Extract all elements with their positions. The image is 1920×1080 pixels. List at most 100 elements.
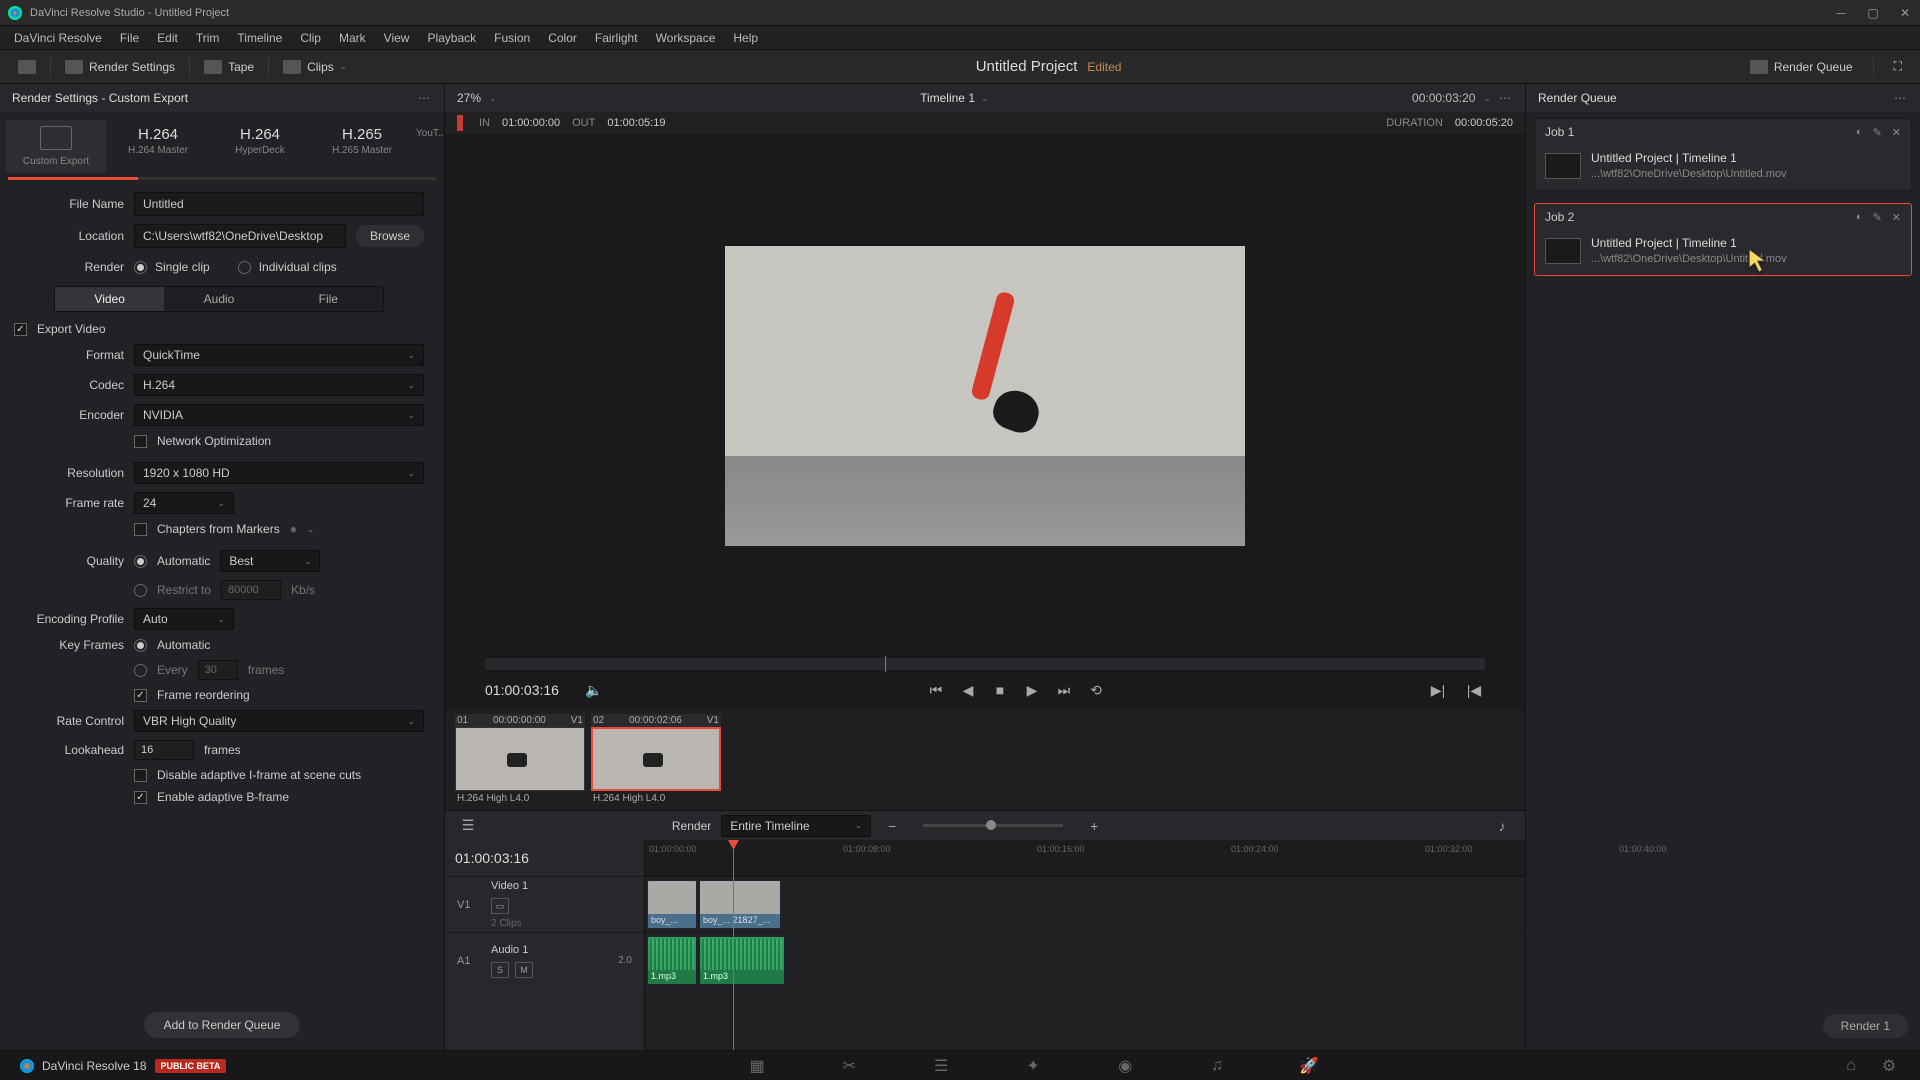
- audio-meter-icon[interactable]: ♪: [1491, 815, 1513, 837]
- menu-workspace[interactable]: Workspace: [648, 28, 724, 48]
- individual-clips-radio[interactable]: [238, 261, 251, 274]
- fusion-page-icon[interactable]: ✦: [1022, 1057, 1044, 1075]
- render-range-select[interactable]: Entire Timeline⌄: [721, 815, 871, 837]
- disable-iframe-checkbox[interactable]: [134, 769, 147, 782]
- quality-select[interactable]: Best⌄: [220, 550, 320, 572]
- zoom-in-button[interactable]: +: [1083, 815, 1105, 837]
- render-button[interactable]: Render 1: [1823, 1014, 1908, 1038]
- window-close[interactable]: ✕: [1898, 6, 1912, 20]
- format-select[interactable]: QuickTime⌄: [134, 344, 424, 366]
- viewer-scrubber[interactable]: [485, 658, 1485, 670]
- timeline-playhead[interactable]: [733, 840, 734, 1050]
- prev-frame-button[interactable]: ◀: [957, 679, 979, 701]
- quick-export-button[interactable]: [10, 56, 44, 78]
- timeline-zoom-slider[interactable]: [923, 824, 1063, 827]
- audio-clip-2[interactable]: 1.mp3: [699, 936, 785, 985]
- first-frame-button[interactable]: ⏮: [925, 679, 947, 701]
- menu-edit[interactable]: Edit: [149, 28, 186, 48]
- tab-audio[interactable]: Audio: [164, 287, 273, 311]
- job-edit-icon[interactable]: ✎: [1873, 126, 1882, 139]
- menu-color[interactable]: Color: [540, 28, 585, 48]
- network-opt-checkbox[interactable]: [134, 435, 147, 448]
- viewer-canvas[interactable]: [445, 134, 1525, 658]
- chapters-checkbox[interactable]: [134, 523, 147, 536]
- clip-thumb-1[interactable]: 0100:00:00:00V1 H.264 High L4.0: [455, 714, 585, 806]
- last-frame-button[interactable]: ⏭: [1053, 679, 1075, 701]
- rate-control-select[interactable]: VBR High Quality⌄: [134, 710, 424, 732]
- codec-select[interactable]: H.264⌄: [134, 374, 424, 396]
- menu-trim[interactable]: Trim: [188, 28, 228, 48]
- resolution-select[interactable]: 1920 x 1080 HD⌄: [134, 462, 424, 484]
- job-close-icon[interactable]: ✕: [1892, 211, 1901, 224]
- audio-track[interactable]: 1.mp3 1.mp3: [645, 932, 1525, 988]
- window-minimize[interactable]: ─: [1834, 6, 1848, 20]
- render-queue-toggle[interactable]: Render Queue: [1742, 56, 1861, 78]
- tab-file[interactable]: File: [274, 287, 383, 311]
- preset-youtube[interactable]: YouT...: [414, 120, 444, 173]
- keyframes-auto-radio[interactable]: [134, 639, 147, 652]
- speaker-icon[interactable]: 🔈: [583, 679, 605, 701]
- job-edit-icon[interactable]: ✎: [1873, 211, 1882, 224]
- job-show-icon[interactable]: ◐: [1856, 211, 1863, 224]
- play-button[interactable]: ▶: [1021, 679, 1043, 701]
- deliver-page-icon[interactable]: 🚀: [1298, 1057, 1320, 1075]
- edit-page-icon[interactable]: ☰: [930, 1057, 952, 1075]
- home-icon[interactable]: ⌂: [1840, 1057, 1862, 1075]
- clips-button[interactable]: Clips⌄: [275, 56, 355, 78]
- queue-options-icon[interactable]: ⋯: [1894, 91, 1908, 105]
- video-track[interactable]: boy_... boy_... 21827_...: [645, 876, 1525, 932]
- fairlight-page-icon[interactable]: ♫: [1206, 1057, 1228, 1075]
- restrict-radio[interactable]: [134, 584, 147, 597]
- menu-fusion[interactable]: Fusion: [486, 28, 538, 48]
- add-to-render-queue-button[interactable]: Add to Render Queue: [144, 1012, 301, 1038]
- media-page-icon[interactable]: ▦: [746, 1057, 768, 1075]
- location-input[interactable]: [134, 224, 346, 248]
- audio-track-header[interactable]: A1 Audio 1 S M 2.0: [445, 932, 644, 988]
- video-clip-2[interactable]: boy_... 21827_...: [699, 880, 781, 929]
- video-clip-1[interactable]: boy_...: [647, 880, 697, 929]
- preset-h265-master[interactable]: H.265 H.265 Master: [312, 120, 412, 173]
- solo-button[interactable]: S: [491, 962, 509, 978]
- expand-button[interactable]: ⛶: [1886, 55, 1910, 78]
- timeline-view-icon[interactable]: ☰: [457, 815, 479, 837]
- quality-auto-radio[interactable]: [134, 555, 147, 568]
- encoding-profile-select[interactable]: Auto⌄: [134, 608, 234, 630]
- enable-bframe-checkbox[interactable]: [134, 791, 147, 804]
- keyframes-every-radio[interactable]: [134, 664, 147, 677]
- timeline-ruler[interactable]: 01:00:00:00 01:00:08:00 01:00:16:00 01:0…: [645, 840, 1525, 876]
- track-lock-icon[interactable]: ▭: [491, 898, 509, 914]
- menu-file[interactable]: File: [112, 28, 147, 48]
- render-job-1[interactable]: Job 1 ◐✎✕ Untitled Project | Timeline 1 …: [1534, 118, 1912, 191]
- menu-help[interactable]: Help: [725, 28, 766, 48]
- window-maximize[interactable]: ▢: [1866, 6, 1880, 20]
- settings-icon[interactable]: ⚙: [1878, 1057, 1900, 1075]
- clip-thumb-2[interactable]: 0200:00:02:06V1 H.264 High L4.0: [591, 714, 721, 806]
- render-settings-button[interactable]: Render Settings: [57, 56, 183, 78]
- menu-view[interactable]: View: [376, 28, 418, 48]
- framerate-select[interactable]: 24⌄: [134, 492, 234, 514]
- next-clip-button[interactable]: ▶|: [1427, 679, 1449, 701]
- export-video-checkbox[interactable]: [14, 323, 27, 336]
- video-track-header[interactable]: V1 Video 1 ▭ 2 Clips: [445, 876, 644, 932]
- audio-clip-1[interactable]: 1.mp3: [647, 936, 697, 985]
- prev-clip-button[interactable]: |◀: [1463, 679, 1485, 701]
- timeline-name[interactable]: Timeline 1⌄: [920, 91, 988, 105]
- zoom-out-button[interactable]: −: [881, 815, 903, 837]
- menu-clip[interactable]: Clip: [292, 28, 329, 48]
- keyframes-input[interactable]: [198, 660, 238, 680]
- menu-playback[interactable]: Playback: [419, 28, 484, 48]
- loop-button[interactable]: ⟲: [1085, 679, 1107, 701]
- encoder-select[interactable]: NVIDIA⌄: [134, 404, 424, 426]
- panel-options-icon[interactable]: ⋯: [418, 91, 432, 105]
- color-page-icon[interactable]: ◉: [1114, 1057, 1136, 1075]
- restrict-input[interactable]: [221, 580, 281, 600]
- job-close-icon[interactable]: ✕: [1892, 126, 1901, 139]
- zoom-select[interactable]: 27%⌄: [457, 91, 497, 105]
- menu-timeline[interactable]: Timeline: [229, 28, 290, 48]
- job-show-icon[interactable]: ◐: [1856, 126, 1863, 139]
- file-name-input[interactable]: [134, 192, 424, 216]
- preset-hyperdeck[interactable]: H.264 HyperDeck: [210, 120, 310, 173]
- tape-button[interactable]: Tape: [196, 56, 262, 78]
- browse-button[interactable]: Browse: [356, 225, 424, 247]
- single-clip-radio[interactable]: [134, 261, 147, 274]
